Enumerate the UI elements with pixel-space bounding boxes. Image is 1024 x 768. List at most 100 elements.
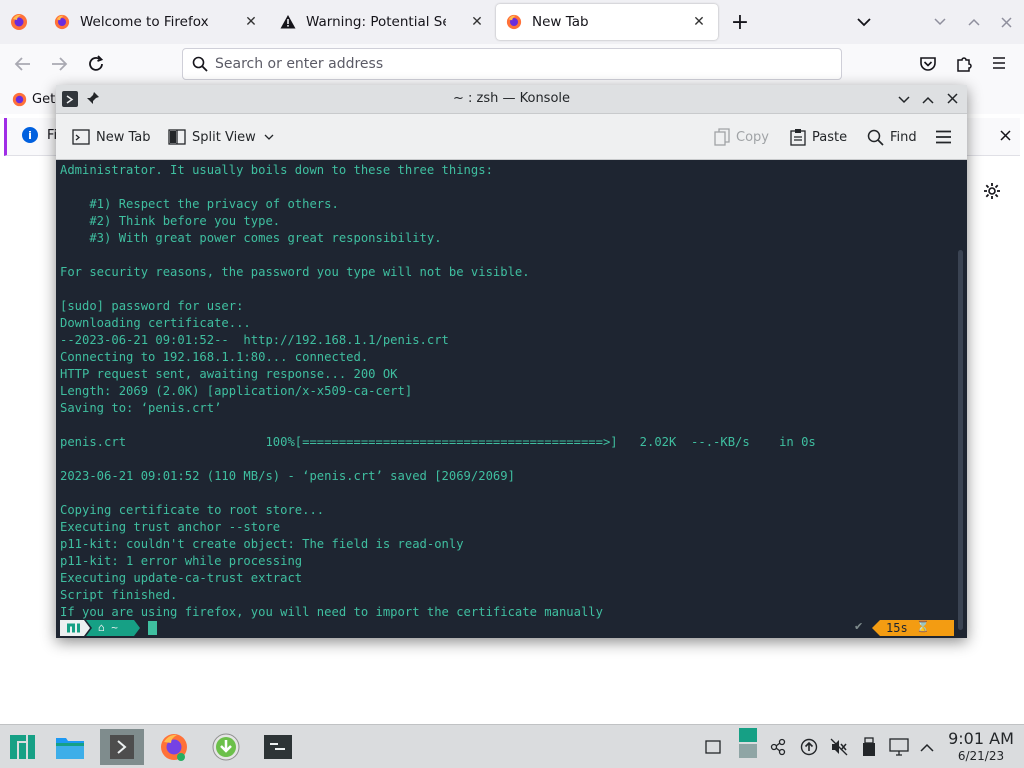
konsole-titlebar: ~ : zsh — Konsole [56,85,967,114]
clock-date: 6/21/23 [957,749,1005,763]
clock-time: 9:01 AM [948,729,1014,748]
duration-text: 15s [886,621,908,635]
terminal-line: Script finished. [60,588,178,602]
success-check-icon: ✔ [854,620,864,633]
terminal-line: HTTP request sent, awaiting response... … [60,367,398,381]
terminal-line: Connecting to 192.168.1.1:80... connecte… [60,350,369,364]
hourglass-icon: ⌛ [916,620,930,633]
terminal-line: Executing trust anchor --store [60,520,281,534]
window-title: ~ : zsh — Konsole [452,91,571,106]
new-tab-button[interactable]: + [728,10,752,35]
close-notification-icon[interactable] [995,125,1015,145]
maximize-icon[interactable] [922,93,934,108]
search-icon [192,56,208,76]
close-window-icon[interactable] [998,14,1014,30]
info-icon: i [22,127,38,143]
tab-welcome-to-firefox[interactable]: Welcome to Firefox ✕ [44,4,270,40]
chevron-down-icon [264,134,274,140]
firefox-task-icon[interactable] [152,729,196,765]
terminal-task-icon[interactable] [256,729,300,765]
terminal-line: Downloading certificate... [60,316,251,330]
split-view-icon [168,129,186,145]
shell-prompt: ⌂ ~ ✔ 15s ⌛ [60,620,960,636]
firefox-icon [12,92,28,108]
gear-icon[interactable] [983,182,1001,204]
removable-device-icon[interactable] [858,735,880,759]
split-view-label: Split View [192,129,256,145]
terminal-line: --2023-06-21 09:01:52-- http://192.168.1… [60,333,449,347]
copy-button[interactable]: Copy [714,125,769,149]
new-tab-button[interactable]: New Tab [72,125,151,149]
terminal-line: p11-kit: couldn't create object: The fie… [60,537,464,551]
duration-segment [872,620,954,636]
minimize-icon[interactable] [932,14,948,30]
terminal-line: Copying certificate to root store... [60,503,325,517]
copy-icon [714,128,730,146]
reload-icon[interactable] [87,55,105,77]
bookmark-item[interactable]: Get [32,92,55,107]
close-icon[interactable] [947,93,958,108]
terminal-line: 2023-06-21 09:01:52 (110 MB/s) - ‘penis.… [60,469,515,483]
paste-label: Paste [812,129,848,145]
list-all-tabs-icon[interactable] [854,12,874,32]
show-desktop-icon[interactable] [702,735,724,759]
url-input[interactable] [215,54,815,74]
download-manager-icon[interactable] [204,729,248,765]
terminal-line: #3) With great power comes great respons… [60,231,442,245]
firefox-menu-icon[interactable] [10,13,28,31]
close-tab-icon[interactable]: ✕ [468,13,486,31]
digital-clock[interactable]: 9:01 AM 6/21/23 [944,729,1018,763]
extensions-icon[interactable] [955,55,973,77]
tab-title: Warning: Potential Security Risk Ahead [306,14,446,30]
minimize-icon[interactable] [898,93,910,108]
address-bar[interactable] [182,48,842,80]
terminal-output: Administrator. It usually boils down to … [60,162,816,621]
close-tab-icon[interactable]: ✕ [242,13,260,31]
terminal-line: Executing update-ca-trust extract [60,571,303,585]
close-tab-icon[interactable]: ✕ [690,13,708,31]
chevron-up-icon[interactable] [916,735,938,759]
volume-muted-icon[interactable] [828,735,850,759]
split-view-button[interactable]: Split View [168,125,280,149]
konsole-toolbar: New Tab Split View Copy Paste Find [56,114,967,160]
updates-icon[interactable] [798,735,820,759]
find-button[interactable]: Find [867,125,917,149]
tab-security-warning[interactable]: Warning: Potential Security Risk Ahead ✕ [270,4,496,40]
tab-title: New Tab [532,14,589,30]
terminal-line: Administrator. It usually boils down to … [60,163,493,177]
app-menu-icon[interactable] [991,56,1007,74]
home-directory: ⌂ ~ [98,621,118,634]
pager-icon[interactable] [737,728,759,758]
maximize-icon[interactable] [966,14,982,30]
terminal-line: For security reasons, the password you t… [60,265,530,279]
firefox-icon [506,14,522,30]
back-icon[interactable] [14,56,32,76]
scrollbar[interactable] [958,250,963,630]
terminal-area[interactable]: Administrator. It usually boils down to … [56,160,967,638]
terminal-line: Saving to: ‘penis.crt’ [60,401,222,415]
forward-icon[interactable] [50,56,68,76]
find-label: Find [890,129,917,145]
terminal-line: [sudo] password for user: [60,299,244,313]
kde-connect-icon[interactable] [767,735,789,759]
file-manager-icon[interactable] [48,729,92,765]
application-launcher-icon[interactable] [0,729,44,765]
paste-button[interactable]: Paste [790,125,847,149]
konsole-task-icon[interactable] [100,729,144,765]
pocket-icon[interactable] [919,55,937,77]
network-wired-icon[interactable] [888,735,910,759]
tab-new-tab[interactable]: New Tab ✕ [496,4,718,40]
terminal-line: penis.crt 100%[=========================… [60,435,816,449]
cursor [148,621,157,635]
terminal-line: p11-kit: 1 error while processing [60,554,303,568]
terminal-line: #1) Respect the privacy of others. [60,197,339,211]
firefox-tab-strip: Welcome to Firefox ✕ Warning: Potential … [0,0,1024,44]
hamburger-menu-icon[interactable] [935,130,952,148]
warning-icon [280,14,296,30]
terminal-line: #2) Think before you type. [60,214,281,228]
